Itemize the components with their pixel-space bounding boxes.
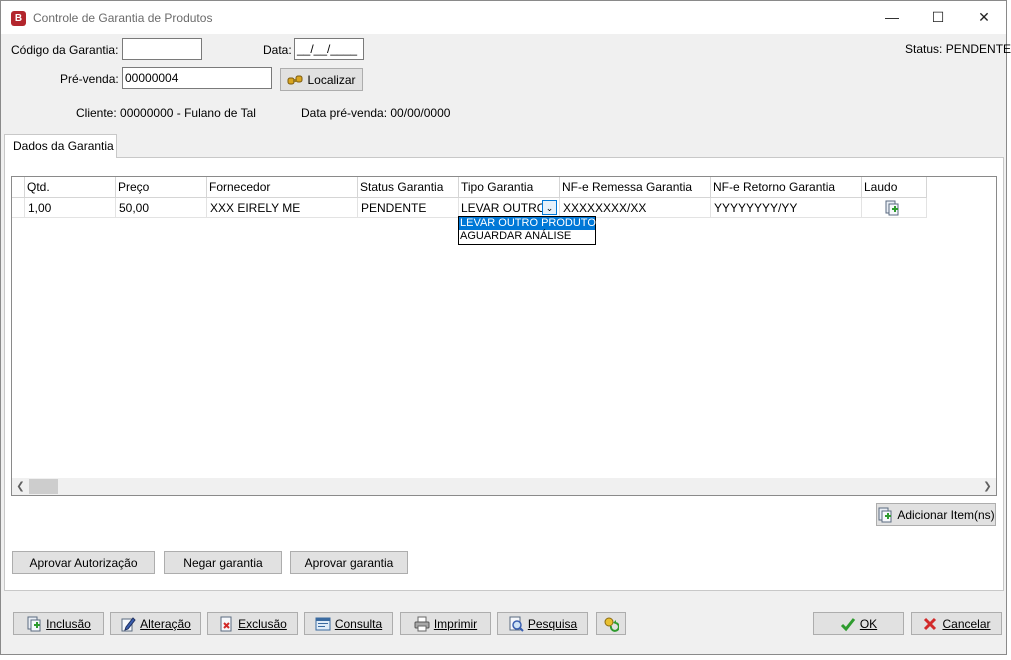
adicionar-item-label: Adicionar Item(ns): [897, 507, 995, 522]
cell-nfe-retorno[interactable]: YYYYYYYY/YY: [711, 198, 862, 218]
aprovar-autorizacao-button[interactable]: Aprovar Autorização: [12, 551, 155, 574]
tipo-garantia-dropdown: LEVAR OUTRO PRODUTO AGUARDAR ANÁLISE: [458, 216, 596, 245]
cell-qtd[interactable]: 1,00: [25, 198, 116, 218]
cell-status[interactable]: PENDENTE: [358, 198, 459, 218]
tipo-garantia-value: LEVAR OUTRO: [461, 201, 547, 215]
printer-icon: [414, 616, 430, 632]
column-header[interactable]: Status Garantia: [358, 177, 459, 198]
alteracao-button[interactable]: Alteração: [110, 612, 201, 635]
table-row[interactable]: 1,00 50,00 XXX EIRELY ME PENDENTE LEVAR …: [12, 198, 927, 218]
form-view-icon: [315, 616, 331, 632]
imprimir-button[interactable]: Imprimir: [400, 612, 491, 635]
status-label: Status: PENDENTE: [905, 42, 1011, 56]
exclusao-label: Exclusão: [238, 616, 287, 631]
cell-fornecedor[interactable]: XXX EIRELY ME: [207, 198, 358, 218]
main-window: B Controle de Garantia de Produtos — ☐ ✕…: [0, 0, 1011, 655]
document-add-icon: [877, 507, 893, 523]
consulta-button[interactable]: Consulta: [304, 612, 393, 635]
scroll-left-icon[interactable]: ❮: [12, 478, 29, 495]
horizontal-scrollbar[interactable]: ❮ ❯: [12, 478, 996, 495]
refresh-icon: [603, 616, 620, 632]
cliente-text: Cliente: 00000000 - Fulano de Tal: [76, 106, 256, 120]
localizar-button[interactable]: Localizar: [280, 68, 363, 91]
prevenda-input[interactable]: 00000004: [122, 67, 272, 89]
inclusao-button[interactable]: Inclusão: [13, 612, 104, 635]
chevron-down-icon[interactable]: ⌄: [542, 200, 557, 215]
tab-dados-garantia[interactable]: Dados da Garantia: [4, 134, 117, 158]
exclusao-button[interactable]: Exclusão: [207, 612, 298, 635]
scroll-thumb[interactable]: [29, 479, 58, 494]
negar-garantia-button[interactable]: Negar garantia: [164, 551, 282, 574]
pesquisa-button[interactable]: Pesquisa: [497, 612, 588, 635]
column-header[interactable]: Fornecedor: [207, 177, 358, 198]
alteracao-label: Alteração: [140, 616, 191, 631]
binoculars-icon: [287, 72, 303, 88]
app-icon: B: [11, 11, 26, 26]
tipo-garantia-combo[interactable]: LEVAR OUTRO ⌄: [459, 198, 559, 217]
cell-laudo[interactable]: [862, 198, 927, 218]
column-header[interactable]: Laudo: [862, 177, 927, 198]
cancelar-button[interactable]: Cancelar: [911, 612, 1002, 635]
title-bar: B Controle de Garantia de Produtos — ☐ ✕: [1, 1, 1006, 34]
cell-tipo-garantia[interactable]: LEVAR OUTRO ⌄: [459, 198, 560, 218]
grid-header: Qtd. Preço Fornecedor Status Garantia Ti…: [12, 177, 927, 198]
refresh-button[interactable]: [596, 612, 626, 635]
document-delete-icon: [218, 616, 234, 632]
scroll-right-icon[interactable]: ❯: [979, 478, 996, 495]
cell-nfe-remessa[interactable]: XXXXXXXX/XX: [560, 198, 711, 218]
localizar-label: Localizar: [307, 72, 356, 87]
close-button[interactable]: ✕: [961, 1, 1007, 34]
cancelar-label: Cancelar: [942, 616, 991, 631]
column-header[interactable]: Qtd.: [25, 177, 116, 198]
ok-button[interactable]: OK: [813, 612, 904, 635]
checkmark-icon: [840, 616, 856, 632]
column-header[interactable]: NF-e Retorno Garantia: [711, 177, 862, 198]
column-header[interactable]: Preço: [116, 177, 207, 198]
row-indicator: [12, 198, 25, 218]
consulta-label: Consulta: [334, 616, 383, 631]
ok-label: OK: [859, 616, 878, 631]
row-indicator-header: [12, 177, 25, 198]
data-prevenda-text: Data pré-venda: 00/00/0000: [301, 106, 451, 120]
column-header[interactable]: NF-e Remessa Garantia: [560, 177, 711, 198]
maximize-button[interactable]: ☐: [915, 1, 961, 34]
column-header[interactable]: Tipo Garantia: [459, 177, 560, 198]
search-icon: [508, 616, 524, 632]
codigo-garantia-input[interactable]: [122, 38, 202, 60]
cell-preco[interactable]: 50,00: [116, 198, 207, 218]
prevenda-label: Pré-venda:: [60, 72, 119, 86]
dropdown-option[interactable]: AGUARDAR ANÁLISE: [459, 230, 595, 243]
minimize-button[interactable]: —: [869, 1, 915, 34]
window-title: Controle de Garantia de Produtos: [33, 11, 213, 25]
data-label: Data:: [263, 43, 292, 57]
imprimir-label: Imprimir: [433, 616, 478, 631]
document-add-icon[interactable]: [884, 200, 900, 217]
adicionar-item-button[interactable]: Adicionar Item(ns): [876, 503, 996, 526]
edit-pencil-icon: [120, 616, 136, 632]
aprovar-garantia-button[interactable]: Aprovar garantia: [290, 551, 408, 574]
data-input[interactable]: __/__/____: [294, 38, 364, 60]
close-icon: [922, 616, 938, 632]
pesquisa-label: Pesquisa: [527, 616, 578, 631]
document-add-icon: [26, 616, 42, 632]
dropdown-option[interactable]: LEVAR OUTRO PRODUTO: [459, 217, 596, 230]
inclusao-label: Inclusão: [46, 616, 91, 631]
codigo-garantia-label: Código da Garantia:: [11, 43, 119, 57]
